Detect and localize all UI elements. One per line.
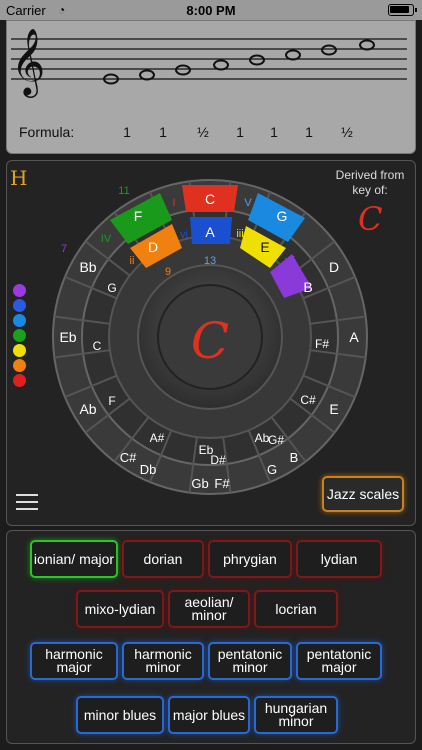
- staff-panel: 𝄞 Formula: 1 1 ½ 1 1 1 ½: [6, 20, 416, 154]
- circle-of-fifths-wheel[interactable]: C G F A D E B I V IV vi iii ii vii 11 7 …: [0, 160, 422, 520]
- degree-number: 7: [61, 243, 67, 255]
- staff-note: [213, 59, 229, 71]
- staff-note: [139, 69, 155, 81]
- scale-button-ionian[interactable]: ionian/ major: [30, 540, 118, 578]
- formula-step: ½: [341, 124, 353, 140]
- color-legend: [13, 284, 26, 389]
- formula-label: Formula:: [19, 124, 75, 140]
- formula-step: 1: [236, 124, 244, 140]
- note-label: D#: [210, 453, 226, 467]
- note-label: C#: [120, 450, 137, 465]
- jazz-scales-button[interactable]: Jazz scales: [322, 476, 404, 512]
- staff-note: [285, 49, 301, 61]
- note-label: A: [205, 224, 215, 240]
- note-label: F#: [214, 476, 230, 491]
- note-label: Ab: [79, 401, 96, 417]
- note-label: G: [107, 281, 116, 295]
- legend-dot: [13, 359, 26, 372]
- roman-numeral: V: [244, 197, 252, 209]
- formula-step: ½: [197, 124, 209, 140]
- legend-dot: [13, 374, 26, 387]
- scale-button-pentatonic-major[interactable]: pentatonic major: [296, 642, 382, 680]
- degree-number: 11: [118, 185, 129, 197]
- hamburger-menu-icon[interactable]: [16, 494, 38, 515]
- note-label: Db: [140, 462, 157, 477]
- legend-dot: [13, 314, 26, 327]
- status-time: 8:00 PM: [186, 3, 236, 18]
- legend-dot: [13, 284, 26, 297]
- staff-note: [249, 54, 265, 66]
- scale-button-aeolian[interactable]: aeolian/ minor: [168, 590, 250, 628]
- scale-button-major-blues[interactable]: major blues: [168, 696, 250, 734]
- formula-step: 1: [270, 124, 278, 140]
- degree-number: 13: [204, 255, 216, 267]
- note-label: E: [329, 401, 338, 417]
- scale-button-locrian[interactable]: locrian: [254, 590, 338, 628]
- scale-button-minor-blues[interactable]: minor blues: [76, 696, 164, 734]
- formula-step: 1: [123, 124, 131, 140]
- note-label: Bb: [79, 259, 96, 275]
- note-label: A: [349, 329, 359, 345]
- center-key: C: [191, 312, 229, 370]
- legend-dot: [13, 299, 26, 312]
- staff-note: [321, 44, 337, 56]
- degree-number: 9: [165, 266, 171, 278]
- note-label: D: [148, 239, 158, 255]
- note-label: C: [93, 339, 102, 353]
- formula-step: 1: [159, 124, 167, 140]
- roman-numeral: iii: [236, 228, 243, 240]
- note-label: Gb: [191, 476, 208, 491]
- note-label: E: [260, 239, 269, 255]
- roman-numeral: IV: [101, 233, 112, 245]
- battery-icon: [388, 4, 417, 16]
- note-label: G#: [268, 433, 284, 447]
- note-label: F: [108, 394, 115, 408]
- note-label: G: [277, 208, 288, 224]
- staff-note: [175, 64, 191, 76]
- note-label: C#: [300, 393, 316, 407]
- note-label: D: [329, 259, 339, 275]
- roman-numeral: vii: [285, 255, 295, 267]
- roman-numeral: ii: [130, 255, 135, 267]
- status-bar: Carrier ◔ 8:00 PM: [0, 0, 422, 20]
- note-label: G: [267, 462, 277, 477]
- note-label: B: [303, 279, 312, 295]
- scale-button-dorian[interactable]: dorian: [122, 540, 204, 578]
- formula-step: 1: [305, 124, 313, 140]
- scale-button-lydian[interactable]: lydian: [296, 540, 382, 578]
- roman-numeral: I: [172, 197, 175, 209]
- note-label: F#: [315, 337, 329, 351]
- treble-clef-icon: 𝄞: [11, 27, 45, 98]
- scale-button-pentatonic-minor[interactable]: pentatonic minor: [208, 642, 292, 680]
- note-label: B: [290, 450, 299, 465]
- note-label: C: [205, 191, 215, 207]
- scale-button-harmonic-minor[interactable]: harmonic minor: [122, 642, 204, 680]
- scale-button-phrygian[interactable]: phrygian: [208, 540, 292, 578]
- note-label: F: [134, 208, 143, 224]
- note-label: Eb: [59, 329, 76, 345]
- scale-button-hungarian-minor[interactable]: hungarian minor: [254, 696, 338, 734]
- scale-button-harmonic-major[interactable]: harmonic major: [30, 642, 118, 680]
- scale-button-mixolydian[interactable]: mixo-lydian: [76, 590, 164, 628]
- legend-dot: [13, 344, 26, 357]
- staff-note: [359, 39, 375, 51]
- roman-numeral: vi: [180, 229, 188, 241]
- music-staff: 𝄞: [11, 27, 407, 98]
- legend-dot: [13, 329, 26, 342]
